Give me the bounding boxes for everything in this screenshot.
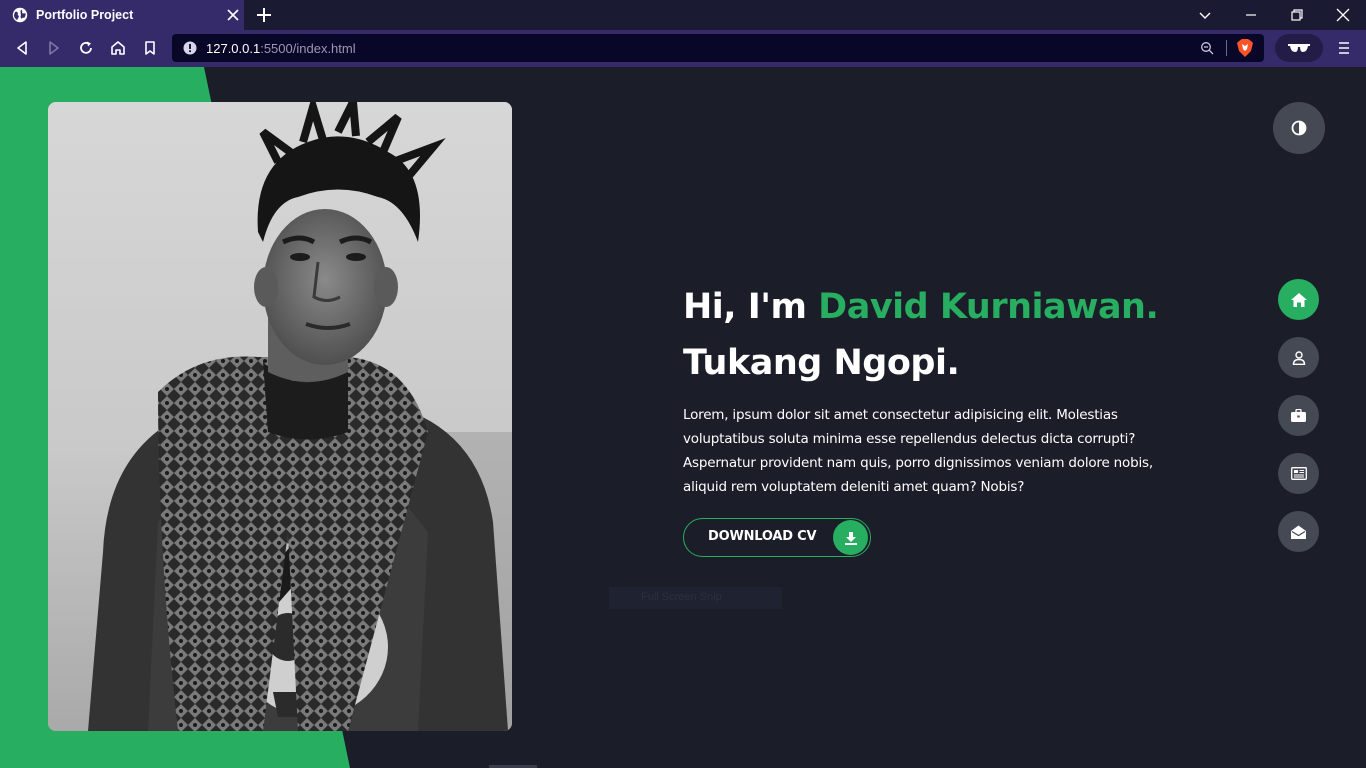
- contrast-icon: [1291, 120, 1307, 136]
- browser-tab-strip: Portfolio Project: [0, 0, 1366, 30]
- close-window-icon[interactable]: [1335, 7, 1351, 23]
- browser-tab-active[interactable]: Portfolio Project: [0, 0, 244, 30]
- url-text[interactable]: 127.0.0.1:5500/index.html: [206, 41, 356, 56]
- hero-name: David Kurniawan.: [818, 287, 1159, 327]
- forward-icon[interactable]: [45, 39, 63, 57]
- download-cv-button[interactable]: DOWNLOAD CV: [683, 518, 871, 557]
- sunglasses-icon: [1288, 44, 1310, 52]
- theme-toggle-button[interactable]: [1273, 102, 1325, 154]
- url-path: :5500/index.html: [260, 41, 356, 56]
- newspaper-icon: [1290, 467, 1307, 480]
- zoom-icon[interactable]: [1200, 41, 1214, 55]
- snip-ghost-text: Full Screen Snip: [641, 591, 722, 603]
- side-nav-contact[interactable]: [1278, 511, 1319, 552]
- profile-photo: [48, 102, 512, 731]
- envelope-open-icon: [1291, 525, 1306, 539]
- hero-description: Lorem, ipsum dolor sit amet consectetur …: [683, 407, 1153, 495]
- home-icon: [1290, 292, 1307, 307]
- download-icon: [833, 520, 868, 555]
- private-window-badge[interactable]: [1275, 34, 1323, 62]
- portfolio-page: Hi, I'm David Kurniawan. Tukang Ngopi. L…: [0, 67, 1366, 768]
- side-nav-about[interactable]: [1278, 337, 1319, 378]
- tab-list-chevron-icon[interactable]: [1197, 7, 1213, 23]
- restore-icon[interactable]: [1289, 7, 1305, 23]
- address-bar[interactable]: 127.0.0.1:5500/index.html: [172, 34, 1264, 62]
- hero-greeting-line: Hi, I'm David Kurniawan.: [683, 279, 1159, 335]
- hamburger-menu-icon[interactable]: [1336, 41, 1352, 55]
- close-tab-icon[interactable]: [226, 8, 240, 22]
- brave-shields-icon[interactable]: [1236, 38, 1254, 58]
- home-browser-icon[interactable]: [109, 39, 127, 57]
- address-bar-divider: [1226, 40, 1227, 56]
- hero-greeting: Hi, I'm: [683, 287, 819, 327]
- site-info-icon[interactable]: [183, 41, 197, 55]
- url-host: 127.0.0.1: [206, 41, 261, 56]
- back-icon[interactable]: [13, 39, 31, 57]
- snip-tooltip-ghost: Full Screen Snip: [609, 587, 782, 609]
- hero-role: Tukang Ngopi.: [683, 343, 960, 383]
- briefcase-icon: [1291, 409, 1306, 422]
- side-nav-portfolio[interactable]: [1278, 395, 1319, 436]
- side-nav-blog[interactable]: [1278, 453, 1319, 494]
- tab-title: Portfolio Project: [36, 8, 134, 22]
- side-nav-home[interactable]: [1278, 279, 1319, 320]
- minimize-icon[interactable]: [1243, 7, 1259, 23]
- bookmark-icon[interactable]: [141, 39, 159, 57]
- globe-icon: [12, 7, 28, 23]
- download-cv-label: DOWNLOAD CV: [708, 529, 817, 544]
- reload-icon[interactable]: [77, 39, 95, 57]
- browser-toolbar: 127.0.0.1:5500/index.html: [0, 30, 1366, 67]
- user-icon: [1292, 350, 1305, 365]
- new-tab-icon[interactable]: [256, 7, 272, 23]
- hero-heading: Hi, I'm David Kurniawan. Tukang Ngopi.: [683, 279, 1159, 391]
